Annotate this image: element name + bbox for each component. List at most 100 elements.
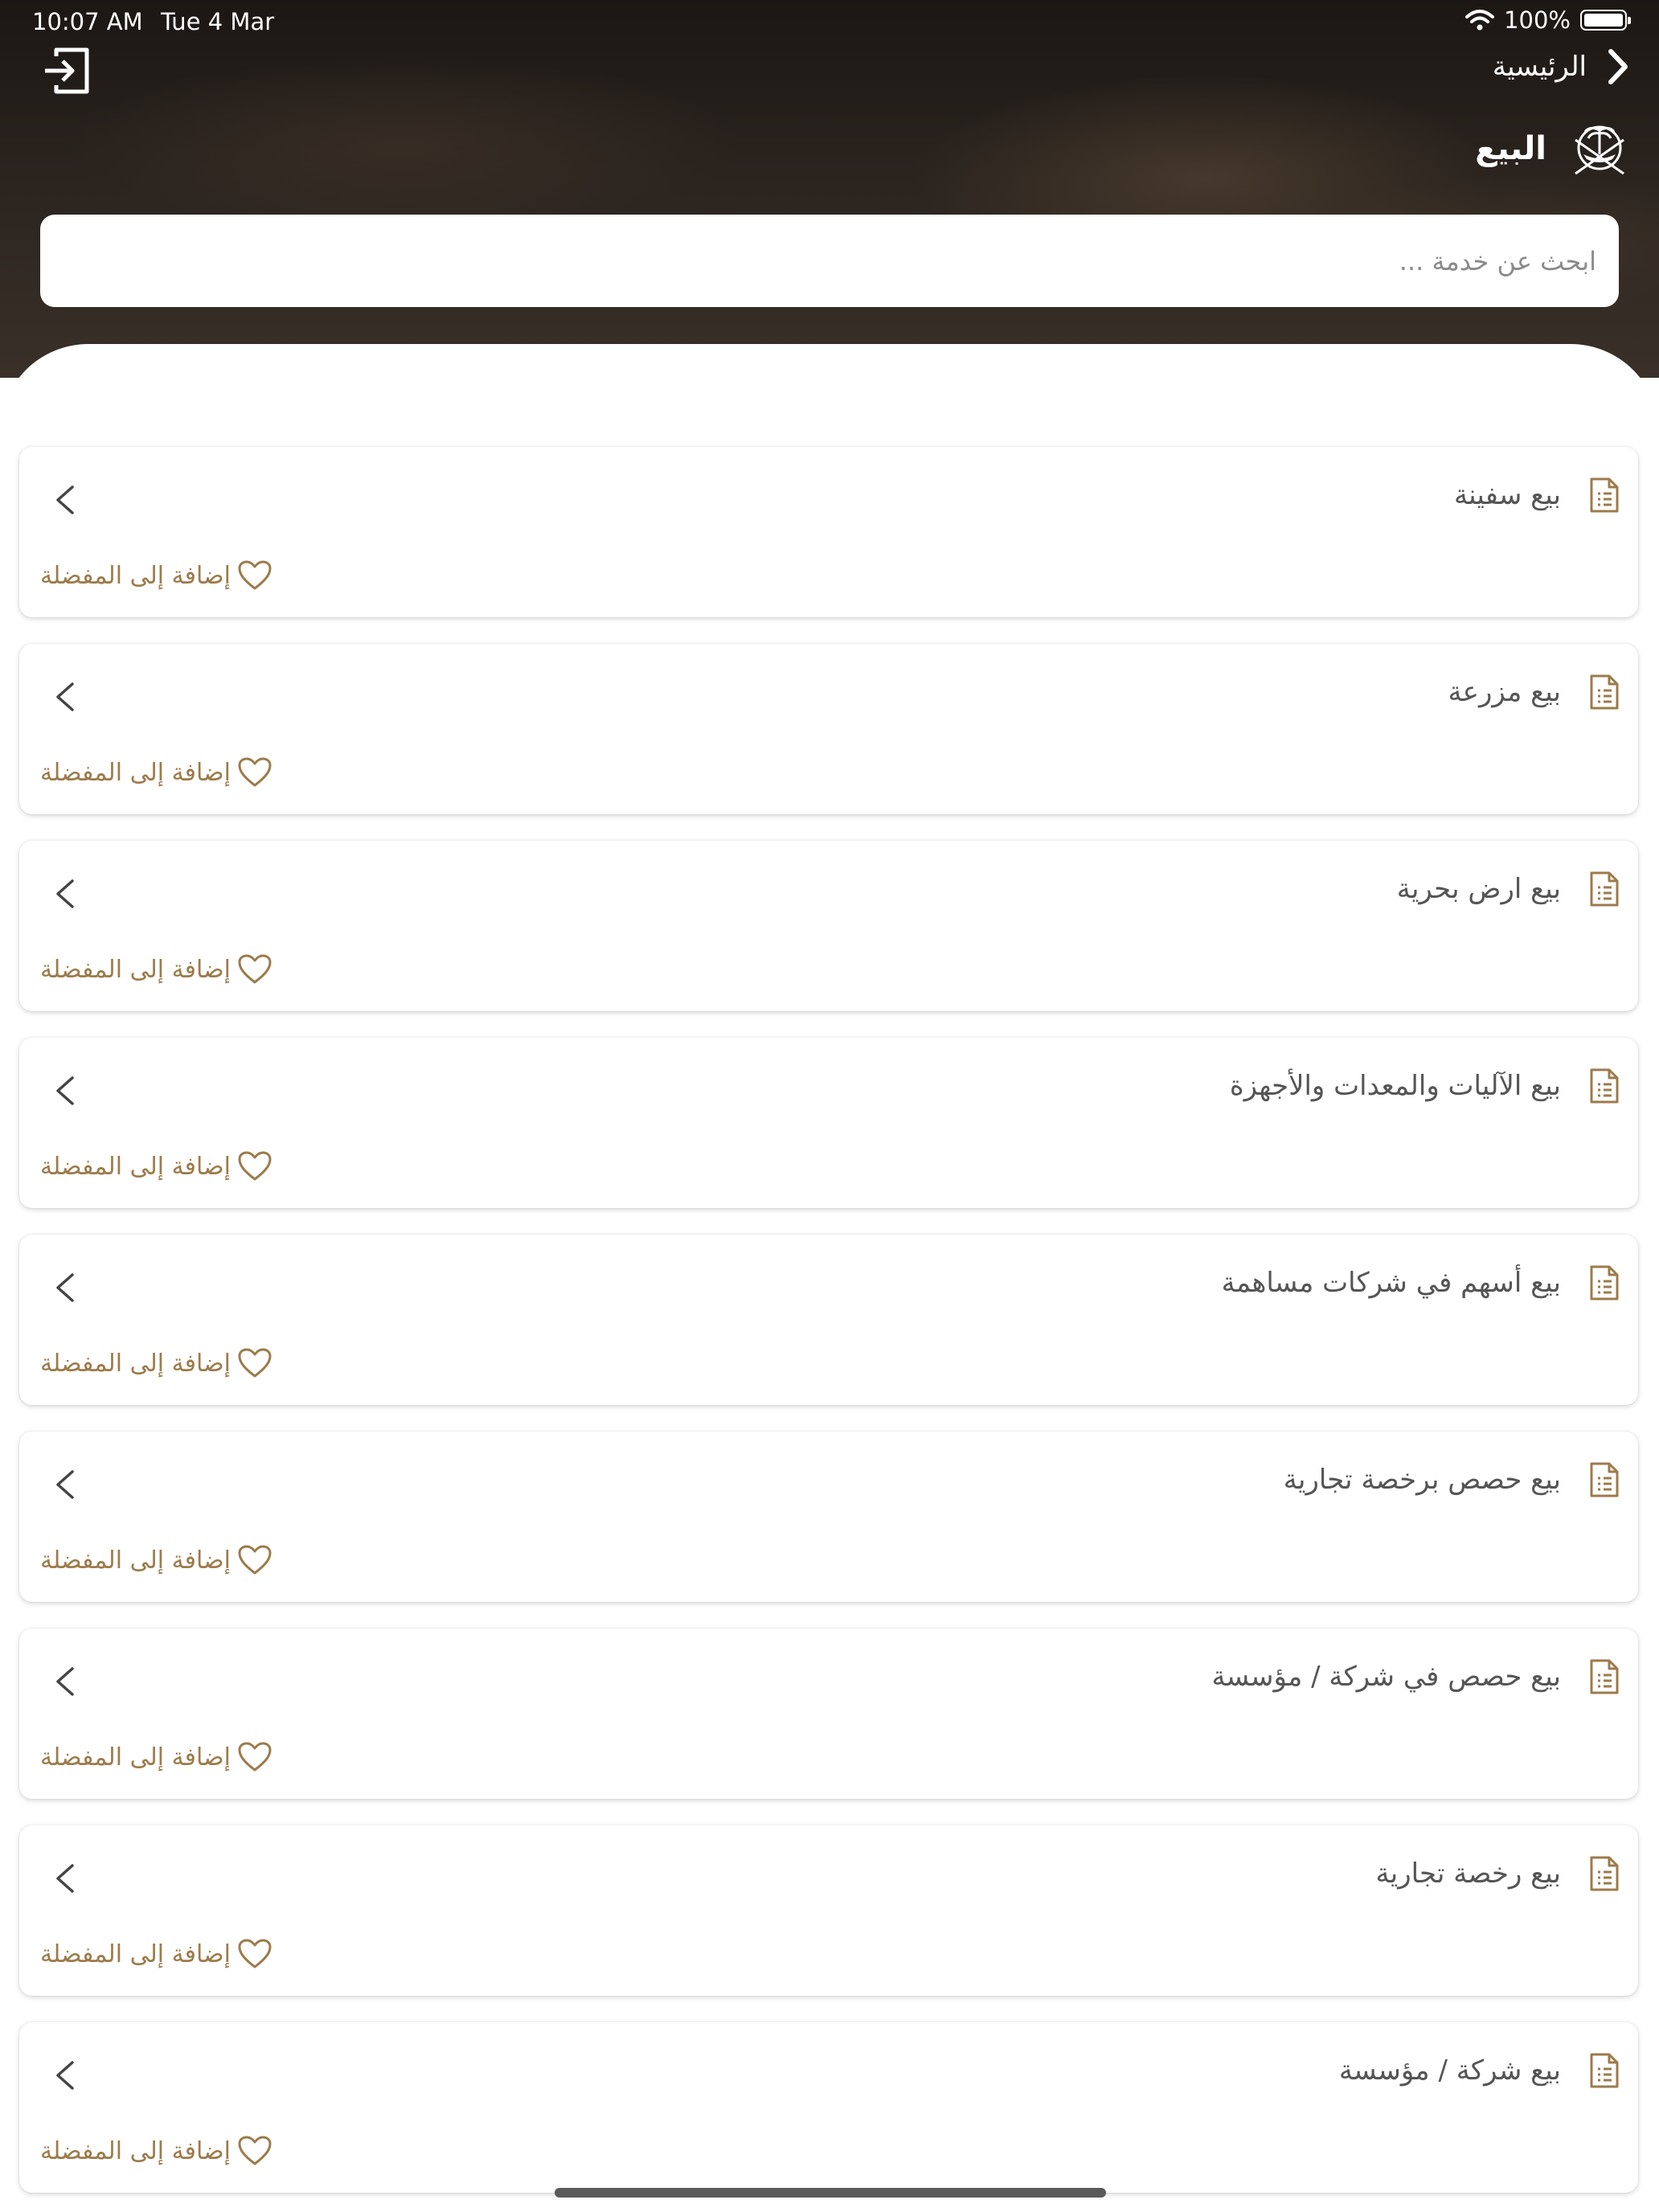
heart-icon	[238, 1151, 272, 1181]
add-to-favorites-label: إضافة إلى المفضلة	[40, 1349, 231, 1378]
service-card[interactable]: بيع رخصة تجارية إضافة إلى المفضلة	[19, 1825, 1638, 1996]
service-title: بيع سفينة	[1453, 479, 1561, 511]
status-time: 10:07 AM	[32, 8, 143, 35]
service-card[interactable]: بيع مزرعة إضافة إلى المفضلة	[19, 644, 1638, 814]
heart-icon-wrap	[237, 2135, 272, 2167]
service-title-row[interactable]: بيع سفينة	[1454, 477, 1620, 513]
add-to-favorites-button[interactable]: إضافة إلى المفضلة	[40, 756, 272, 789]
heart-icon	[238, 2136, 272, 2165]
document-list-icon-wrap	[1588, 674, 1620, 710]
service-card[interactable]: بيع ارض بحرية إضافة إلى المفضلة	[19, 841, 1638, 1011]
document-list-icon-wrap	[1588, 1462, 1620, 1497]
chevron-left-icon	[56, 1273, 74, 1302]
add-to-favorites-button[interactable]: إضافة إلى المفضلة	[40, 1150, 272, 1182]
heart-icon-wrap	[237, 559, 272, 592]
open-service-button[interactable]	[48, 2058, 80, 2093]
qatar-emblem-icon	[1575, 125, 1624, 175]
service-card[interactable]: بيع أسهم في شركات مساهمة إضافة إلى المفض…	[19, 1235, 1638, 1405]
heart-icon-wrap	[237, 1347, 272, 1379]
chevron-left-icon	[56, 1667, 74, 1696]
service-title: بيع حصص برخصة تجارية	[1283, 1464, 1561, 1496]
add-to-favorites-button[interactable]: إضافة إلى المفضلة	[40, 1347, 272, 1379]
open-service-button[interactable]	[48, 482, 80, 518]
status-indicators: 100%	[1465, 6, 1631, 34]
service-card[interactable]: بيع سفينة إضافة إلى المفضلة	[19, 447, 1638, 617]
status-date: Tue 4 Mar	[161, 8, 275, 35]
open-service-button[interactable]	[48, 1467, 80, 1502]
open-service-button[interactable]	[48, 1270, 80, 1305]
heart-icon	[238, 560, 272, 590]
service-title-row[interactable]: بيع حصص في شركة / مؤسسة	[1211, 1659, 1620, 1694]
service-title-row[interactable]: بيع شركة / مؤسسة	[1339, 2053, 1620, 2088]
add-to-favorites-button[interactable]: إضافة إلى المفضلة	[40, 2135, 272, 2167]
add-to-favorites-button[interactable]: إضافة إلى المفضلة	[40, 1544, 272, 1576]
chevron-left-icon	[56, 1470, 74, 1499]
heart-icon	[238, 1939, 272, 1968]
heart-icon-wrap	[237, 1544, 272, 1576]
open-service-button[interactable]	[48, 1073, 80, 1108]
search-input[interactable]	[61, 244, 1598, 277]
service-title-row[interactable]: بيع رخصة تجارية	[1376, 1856, 1620, 1891]
add-to-favorites-label: إضافة إلى المفضلة	[40, 1743, 231, 1772]
battery-percent: 100%	[1504, 6, 1571, 34]
back-label: الرئيسية	[1492, 51, 1587, 83]
service-title: بيع شركة / مؤسسة	[1338, 2054, 1561, 2087]
chevron-left-icon	[56, 1864, 74, 1893]
open-service-button[interactable]	[48, 679, 80, 715]
service-card[interactable]: بيع حصص في شركة / مؤسسة إضافة إلى المفضل…	[19, 1628, 1638, 1799]
service-title-row[interactable]: بيع ارض بحرية	[1397, 871, 1620, 907]
add-to-favorites-label: إضافة إلى المفضلة	[40, 955, 231, 984]
chevron-right-icon	[1608, 49, 1628, 84]
service-title-row[interactable]: بيع مزرعة	[1448, 674, 1620, 710]
document-list-icon-wrap	[1588, 1068, 1620, 1104]
document-list-icon	[1590, 674, 1619, 710]
service-title: بيع مزرعة	[1448, 676, 1561, 708]
logout-button[interactable]	[42, 47, 92, 96]
status-bar: 10:07 AM Tue 4 Mar 100%	[0, 0, 1659, 45]
heart-icon	[238, 1742, 272, 1772]
service-title: بيع حصص في شركة / مؤسسة	[1211, 1661, 1561, 1693]
chevron-left-icon	[56, 879, 74, 908]
service-title-row[interactable]: بيع الآليات والمعدات والأجهزة	[1230, 1068, 1620, 1104]
back-button[interactable]: الرئيسية	[1493, 48, 1630, 85]
document-list-icon	[1590, 871, 1619, 907]
wifi-icon	[1465, 10, 1495, 31]
service-title: بيع الآليات والمعدات والأجهزة	[1229, 1070, 1561, 1102]
service-title-row[interactable]: بيع أسهم في شركات مساهمة	[1222, 1265, 1620, 1301]
add-to-favorites-label: إضافة إلى المفضلة	[40, 1546, 231, 1575]
service-title: بيع ارض بحرية	[1396, 873, 1561, 905]
document-list-icon	[1590, 2053, 1619, 2088]
add-to-favorites-button[interactable]: إضافة إلى المفضلة	[40, 559, 272, 592]
add-to-favorites-button[interactable]: إضافة إلى المفضلة	[40, 1938, 272, 1970]
heart-icon	[238, 1545, 272, 1575]
heart-icon-wrap	[237, 953, 272, 985]
chevron-left-icon	[56, 1076, 74, 1105]
open-service-button[interactable]	[48, 1861, 80, 1896]
service-card[interactable]: بيع حصص برخصة تجارية إضافة إلى المفضلة	[19, 1432, 1638, 1602]
heart-icon	[238, 1348, 272, 1378]
header-background	[0, 0, 1659, 378]
heart-icon-wrap	[237, 1741, 272, 1773]
service-title: بيع أسهم في شركات مساهمة	[1221, 1267, 1561, 1299]
add-to-favorites-button[interactable]: إضافة إلى المفضلة	[40, 1741, 272, 1773]
add-to-favorites-button[interactable]: إضافة إلى المفضلة	[40, 953, 272, 985]
document-list-icon	[1590, 1856, 1619, 1891]
add-to-favorites-label: إضافة إلى المفضلة	[40, 758, 231, 787]
chevron-left-icon	[56, 485, 74, 514]
add-to-favorites-label: إضافة إلى المفضلة	[40, 1152, 231, 1181]
heart-icon-wrap	[237, 1150, 272, 1182]
page-header: البيع	[1475, 119, 1632, 178]
add-to-favorites-label: إضافة إلى المفضلة	[40, 561, 231, 590]
home-indicator[interactable]	[555, 2188, 1106, 2198]
search-bar[interactable]	[40, 215, 1619, 307]
battery-icon	[1580, 10, 1631, 31]
heart-icon	[238, 954, 272, 984]
heart-icon	[238, 757, 272, 787]
document-list-icon-wrap	[1588, 1659, 1620, 1694]
open-service-button[interactable]	[48, 1664, 80, 1699]
add-to-favorites-label: إضافة إلى المفضلة	[40, 2136, 231, 2165]
service-title-row[interactable]: بيع حصص برخصة تجارية	[1284, 1462, 1620, 1497]
service-card[interactable]: بيع الآليات والمعدات والأجهزة إضافة إلى …	[19, 1038, 1638, 1208]
service-card[interactable]: بيع شركة / مؤسسة إضافة إلى المفضلة	[19, 2022, 1638, 2193]
open-service-button[interactable]	[48, 876, 80, 911]
